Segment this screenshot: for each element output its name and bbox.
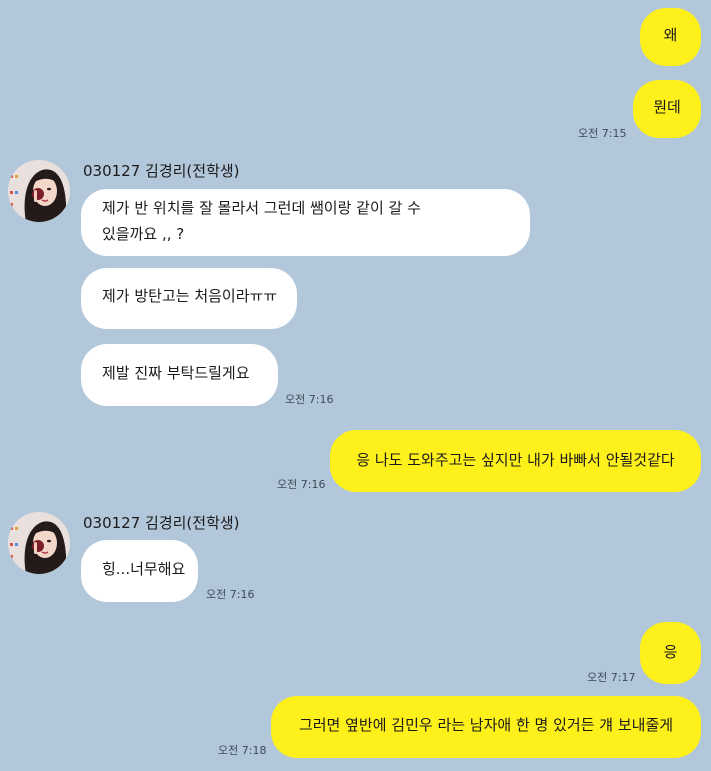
message-text: 제발 진짜 부탁드릴게요 [102, 364, 250, 382]
message-text: 응 [663, 643, 678, 661]
sender-name: 030127 김경리(전학생) [83, 514, 240, 532]
message-timestamp: 오전 7:16 [285, 393, 334, 406]
message-timestamp: 오전 7:17 [587, 671, 636, 684]
message-timestamp: 오전 7:16 [277, 478, 326, 491]
message-text: 제가 방탄고는 처음이라ㅠㅠ [102, 287, 278, 305]
message-text: 왜 [663, 26, 678, 44]
outgoing-message-bubble[interactable]: 뭔데 [633, 80, 701, 138]
profile-photo-avatar-icon [8, 160, 70, 222]
outgoing-message-bubble[interactable]: 응 [640, 622, 701, 684]
profile-photo-avatar-icon [8, 512, 70, 574]
message-timestamp: 오전 7:18 [218, 744, 267, 757]
incoming-message-bubble[interactable]: 힝...너무해요 [81, 540, 198, 602]
chat-area[interactable]: 왜 뭔데 오전 7:15 030127 김경리(전학생) 제가 반 위치를 잘 … [0, 0, 711, 771]
message-text-line: 있을까요 ,, ? [102, 224, 185, 243]
message-timestamp: 오전 7:16 [206, 588, 255, 601]
outgoing-message-bubble[interactable]: 그러면 옆반에 김민우 라는 남자애 한 명 있거든 걔 보내줄게 [271, 696, 701, 758]
message-text: 그러면 옆반에 김민우 라는 남자애 한 명 있거든 걔 보내줄게 [298, 716, 674, 734]
message-text: 뭔데 [653, 98, 681, 116]
message-text: 응 나도 도와주고는 싶지만 내가 바빠서 안될것같다 [356, 451, 675, 469]
message-text-line: 제가 반 위치를 잘 몰라서 그런데 쌤이랑 같이 갈 수 [102, 199, 421, 217]
outgoing-message-bubble[interactable]: 왜 [640, 8, 701, 66]
sender-name: 030127 김경리(전학생) [83, 162, 240, 180]
incoming-message-bubble[interactable]: 제가 방탄고는 처음이라ㅠㅠ [81, 268, 297, 329]
incoming-message-bubble[interactable]: 제발 진짜 부탁드릴게요 [81, 344, 278, 406]
sender-avatar[interactable] [8, 160, 70, 222]
message-text: 힝...너무해요 [102, 560, 186, 578]
incoming-message-bubble[interactable]: 제가 반 위치를 잘 몰라서 그런데 쌤이랑 같이 갈 수 있을까요 ,, ? [81, 189, 530, 256]
outgoing-message-bubble[interactable]: 응 나도 도와주고는 싶지만 내가 바빠서 안될것같다 [330, 430, 701, 492]
sender-avatar[interactable] [8, 512, 70, 574]
message-timestamp: 오전 7:15 [578, 127, 627, 140]
